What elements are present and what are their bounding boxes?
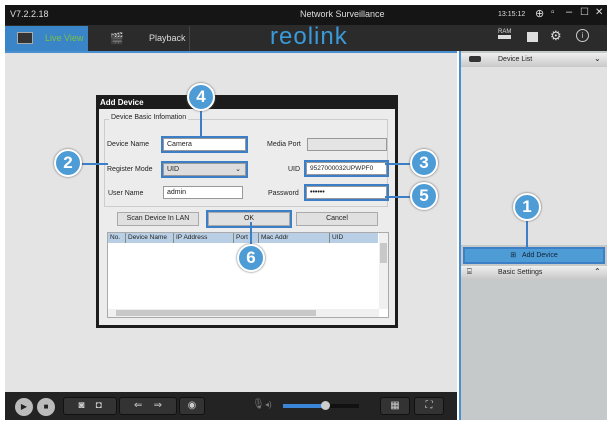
chevron-down-icon: ⌄	[235, 166, 241, 173]
media-port-input[interactable]	[307, 138, 387, 151]
previous-stream-icon[interactable]: ⇐	[134, 400, 142, 411]
cancel-button[interactable]: Cancel	[296, 212, 378, 226]
column-header: No.	[110, 234, 121, 241]
fullscreen-icon[interactable]: ⛶	[414, 397, 444, 415]
volume-slider[interactable]	[283, 401, 359, 410]
uid-label: UID	[288, 166, 301, 173]
tab-label: Live View	[45, 33, 84, 43]
add-device-label: Add Device	[521, 252, 558, 259]
lock-icon[interactable]: ▫	[551, 7, 555, 18]
camera-settings-icon: ⌸	[467, 267, 472, 276]
callout-6: 6	[237, 244, 265, 272]
eye-view-icon[interactable]: ◉	[179, 397, 205, 415]
close-button[interactable]: ✕	[595, 7, 603, 18]
vertical-scrollbar[interactable]	[379, 233, 388, 309]
volume-icon[interactable]: ◂)	[265, 400, 272, 409]
register-mode-value: UID	[167, 166, 180, 173]
cpu-icon[interactable]	[527, 32, 538, 42]
ram-icon[interactable]: RAM	[498, 29, 512, 39]
right-panel: Device List ⌄ ⊞ Add Device ⌸ Basic Setti…	[459, 51, 607, 420]
tab-live-view[interactable]: Live View	[5, 26, 88, 51]
volume-knob[interactable]	[320, 401, 330, 410]
column-header: Mac Addr	[258, 233, 288, 243]
reolink-logo: reolink	[270, 23, 348, 50]
volume-fill	[283, 404, 325, 408]
callout-5: 5	[410, 182, 438, 210]
device-list-label: Device List	[498, 56, 533, 63]
user-name-label: User Name	[108, 190, 144, 197]
callout-line	[385, 163, 413, 165]
callout-2: 2	[54, 149, 82, 177]
maximize-button[interactable]: ☐	[580, 7, 589, 18]
layout-grid-icon[interactable]: ▦	[380, 397, 410, 415]
callout-1: 1	[513, 193, 541, 221]
column-header: UID	[329, 233, 343, 243]
add-icon: ⊞	[510, 252, 522, 259]
chevron-down-icon: ⌄	[594, 54, 601, 63]
callout-line	[385, 196, 413, 198]
scan-device-button[interactable]: Scan Device In LAN	[117, 212, 199, 226]
horizontal-scrollbar[interactable]	[108, 309, 379, 317]
user-name-input[interactable]: admin	[163, 186, 243, 199]
password-input[interactable]: ••••••	[304, 184, 389, 201]
minimize-button[interactable]: –	[566, 6, 572, 18]
tab-label: Playback	[149, 33, 186, 43]
chevron-up-icon: ⌃	[594, 267, 601, 276]
camera-snapshot-icon[interactable]: ◙	[78, 400, 84, 411]
play-button[interactable]: ▶	[15, 398, 33, 416]
register-mode-select[interactable]: UID ⌄	[161, 161, 248, 178]
media-port-label: Media Port	[267, 141, 301, 148]
nvr-icon	[469, 56, 481, 62]
password-label: Password	[268, 190, 299, 197]
next-stream-icon[interactable]: ⇒	[154, 400, 162, 411]
monitor-icon	[17, 32, 33, 44]
tab-playback[interactable]: 🎬 Playback	[90, 26, 190, 51]
ok-button[interactable]: OK	[206, 210, 292, 228]
playback-toolbar: ▶ ■ ◙ ◘ ⇐ ⇒ ◉ 🎙 ◂) ▦ ⛶	[5, 392, 457, 420]
video-record-icon[interactable]: ◘	[96, 400, 102, 411]
callout-line	[526, 218, 528, 248]
callout-4: 4	[187, 83, 215, 111]
gear-icon[interactable]: ⚙	[550, 28, 562, 44]
title-bar: V7.2.2.18 Network Surveillance 13:15:12 …	[5, 5, 607, 25]
register-mode-label: Register Mode	[107, 166, 153, 173]
uid-input[interactable]: 9527000032UPWPF0	[304, 160, 389, 177]
column-header: IP Address	[173, 233, 207, 243]
column-header: Port	[233, 233, 248, 243]
column-header: Device Name	[125, 233, 167, 243]
add-device-button[interactable]: ⊞ Add Device	[463, 247, 605, 264]
window-title: Network Surveillance	[300, 9, 385, 19]
callout-line	[200, 110, 202, 137]
clock: 13:15:12	[498, 11, 526, 18]
dialog-title: Add Device	[100, 98, 144, 107]
language-globe-icon[interactable]: ⊕	[535, 7, 544, 20]
dialog-body: Device Basic Infomation Device Name Came…	[99, 109, 395, 325]
table-header: No. Device Name IP Address Port Mac Addr…	[108, 233, 378, 243]
section-label: Device Basic Infomation	[109, 114, 189, 121]
basic-settings-header[interactable]: ⌸ Basic Settings ⌃	[461, 266, 607, 279]
snapshot-record-group: ◙ ◘	[63, 397, 117, 415]
device-name-label: Device Name	[107, 141, 150, 148]
callout-line	[250, 222, 252, 246]
device-name-input[interactable]: Camera	[161, 136, 248, 153]
callout-3: 3	[410, 149, 438, 177]
stream-group: ⇐ ⇒	[119, 397, 177, 415]
clapperboard-icon: 🎬	[110, 33, 124, 45]
stop-button[interactable]: ■	[37, 398, 55, 416]
microphone-icon[interactable]: 🎙	[252, 399, 265, 410]
add-device-dialog: Add Device Device Basic Infomation Devic…	[96, 95, 398, 328]
basic-settings-label: Basic Settings	[498, 269, 543, 276]
info-icon[interactable]: i	[576, 29, 589, 42]
callout-line	[80, 163, 108, 165]
tab-bar: Live View 🎬 Playback reolink RAM ⚙ i	[5, 23, 607, 51]
device-list-header[interactable]: Device List ⌄	[461, 53, 607, 67]
version-label: V7.2.2.18	[10, 9, 49, 19]
